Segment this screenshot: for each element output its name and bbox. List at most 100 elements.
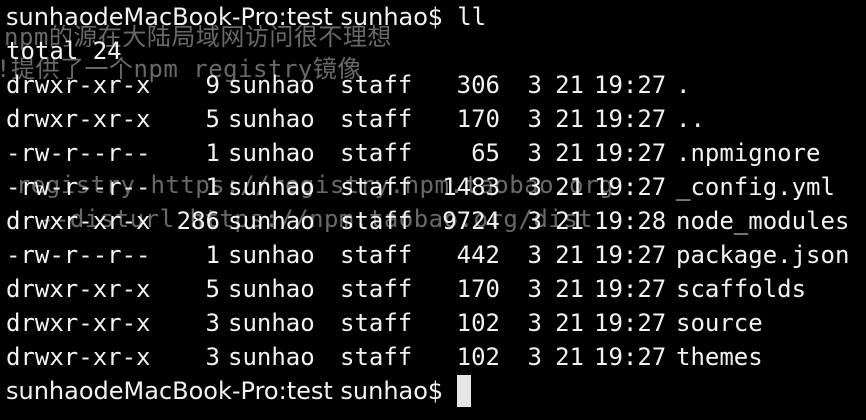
permissions-cell: drwxr-xr-x xyxy=(6,309,151,337)
links-cell: 1 xyxy=(205,241,220,269)
permissions-cell: -rw-r--r-- xyxy=(6,173,151,201)
owner-cell: sunhao xyxy=(228,309,315,337)
filename-cell: . xyxy=(676,71,691,99)
permissions-cell: -rw-r--r-- xyxy=(6,139,151,167)
total-text: total 24 xyxy=(6,37,122,65)
listing-row: -rw-r--r-- 1 sunhao staff 65 3 21 19:27 .npmigno… xyxy=(6,136,821,170)
links-cell: 5 xyxy=(205,275,220,303)
links-cell: 5 xyxy=(205,105,220,133)
group-cell: staff xyxy=(340,275,413,303)
month-cell: 3 xyxy=(527,309,542,337)
day-cell: 21 xyxy=(555,207,584,235)
owner-cell: sunhao xyxy=(228,71,315,99)
day-cell: 21 xyxy=(555,139,584,167)
filename-cell: node_modules xyxy=(676,207,850,235)
permissions-cell: drwxr-xr-x xyxy=(6,105,151,133)
text-cursor xyxy=(457,375,472,407)
size-cell: 1483 xyxy=(442,173,500,201)
owner-cell: sunhao xyxy=(228,275,315,303)
command-line: sunhaodeMacBook-Pro:test sunhao$ ll xyxy=(6,0,486,34)
owner-cell: sunhao xyxy=(228,343,315,371)
group-cell: staff xyxy=(340,309,413,337)
filename-cell: themes xyxy=(676,343,763,371)
permissions-cell: drwxr-xr-x xyxy=(6,275,151,303)
group-cell: staff xyxy=(340,343,413,371)
permissions-cell: drwxr-xr-x xyxy=(6,71,151,99)
day-cell: 21 xyxy=(555,71,584,99)
size-cell: 102 xyxy=(456,343,500,371)
filename-cell: _config.yml xyxy=(676,173,835,201)
size-cell: 65 xyxy=(471,139,500,167)
day-cell: 21 xyxy=(555,173,584,201)
size-cell: 306 xyxy=(456,71,500,99)
time-cell: 19:27 xyxy=(594,105,667,133)
filename-cell: .. xyxy=(676,105,705,133)
month-cell: 3 xyxy=(527,275,542,303)
month-cell: 3 xyxy=(527,207,542,235)
month-cell: 3 xyxy=(527,241,542,269)
links-cell: 286 xyxy=(176,207,220,235)
size-cell: 170 xyxy=(456,275,500,303)
size-cell: 170 xyxy=(456,105,500,133)
filename-cell: source xyxy=(676,309,763,337)
listing-row: drwxr-xr-x 3 sunhao staff 102 3 21 19:27 source xyxy=(6,306,763,340)
listing-row: drwxr-xr-x 9 sunhao staff 306 3 21 19:27. xyxy=(6,68,690,102)
terminal-window[interactable]: npm的源在大陆局域网访问很不理想 !提供了一个npm registry镜像 r… xyxy=(0,0,866,420)
listing-row: -rw-r--r-- 1 sunhao staff 442 3 21 19:27 package… xyxy=(6,238,849,272)
time-cell: 19:27 xyxy=(594,309,667,337)
time-cell: 19:28 xyxy=(594,207,667,235)
time-cell: 19:27 xyxy=(594,275,667,303)
permissions-cell: -rw-r--r-- xyxy=(6,241,151,269)
command-text: ll xyxy=(457,3,487,31)
owner-cell: sunhao xyxy=(228,241,315,269)
day-cell: 21 xyxy=(555,275,584,303)
owner-cell: sunhao xyxy=(228,139,315,167)
day-cell: 21 xyxy=(555,105,584,133)
owner-cell: sunhao xyxy=(228,207,315,235)
day-cell: 21 xyxy=(555,241,584,269)
time-cell: 19:27 xyxy=(594,71,667,99)
filename-cell: .npmignore xyxy=(676,139,821,167)
month-cell: 3 xyxy=(527,71,542,99)
month-cell: 3 xyxy=(527,343,542,371)
group-cell: staff xyxy=(340,241,413,269)
time-cell: 19:27 xyxy=(594,343,667,371)
listing-row: drwxr-xr-x 286 sunhao staff 9724 3 21 19:28 node… xyxy=(6,204,849,238)
listing: drwxr-xr-x 9 sunhao staff 306 3 21 19:27. drwxr-… xyxy=(6,68,849,374)
permissions-cell: drwxr-xr-x xyxy=(6,207,151,235)
group-cell: staff xyxy=(340,139,413,167)
size-cell: 9724 xyxy=(442,207,500,235)
shell-prompt: sunhaodeMacBook-Pro:test sunhao$ xyxy=(6,3,444,31)
links-cell: 3 xyxy=(205,343,220,371)
group-cell: staff xyxy=(340,105,413,133)
size-cell: 442 xyxy=(456,241,500,269)
links-cell: 9 xyxy=(205,71,220,99)
month-cell: 3 xyxy=(527,105,542,133)
terminal-output: sunhaodeMacBook-Pro:test sunhao$ ll tota… xyxy=(6,0,849,408)
owner-cell: sunhao xyxy=(228,173,315,201)
listing-row: -rw-r--r-- 1 sunhao staff 1483 3 21 19:27 _confi… xyxy=(6,170,835,204)
owner-cell: sunhao xyxy=(228,105,315,133)
time-cell: 19:27 xyxy=(594,139,667,167)
permissions-cell: drwxr-xr-x xyxy=(6,343,151,371)
month-cell: 3 xyxy=(527,139,542,167)
filename-cell: package.json xyxy=(676,241,850,269)
time-cell: 19:27 xyxy=(594,241,667,269)
day-cell: 21 xyxy=(555,343,584,371)
listing-row: drwxr-xr-x 5 sunhao staff 170 3 21 19:27 scaffol… xyxy=(6,272,806,306)
group-cell: staff xyxy=(340,71,413,99)
size-cell: 102 xyxy=(456,309,500,337)
listing-row: drwxr-xr-x 5 sunhao staff 170 3 21 19:27.. xyxy=(6,102,705,136)
filename-cell: scaffolds xyxy=(676,275,807,303)
final-prompt-line[interactable]: sunhaodeMacBook-Pro:test sunhao$ xyxy=(6,374,486,408)
group-cell: staff xyxy=(340,207,413,235)
links-cell: 3 xyxy=(205,309,220,337)
day-cell: 21 xyxy=(555,309,584,337)
month-cell: 3 xyxy=(527,173,542,201)
time-cell: 19:27 xyxy=(594,173,667,201)
listing-row: drwxr-xr-x 3 sunhao staff 102 3 21 19:27 themes xyxy=(6,340,763,374)
links-cell: 1 xyxy=(205,139,220,167)
group-cell: staff xyxy=(340,173,413,201)
total-line: total 24 xyxy=(6,34,486,68)
shell-prompt: sunhaodeMacBook-Pro:test sunhao$ xyxy=(6,377,444,405)
